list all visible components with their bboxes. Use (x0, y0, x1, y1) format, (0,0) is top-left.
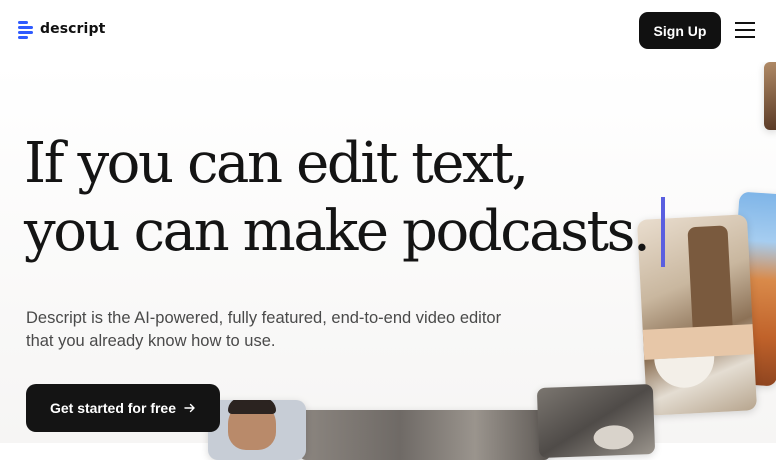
sign-up-button[interactable]: Sign Up (639, 12, 721, 49)
logo-link[interactable]: descript (18, 19, 105, 39)
headline-line-1: If you can edit text, (24, 131, 529, 196)
arrow-right-icon (184, 403, 195, 413)
collage-photo-top (764, 62, 776, 130)
logo-text: descript (40, 21, 106, 37)
descript-logo-icon (18, 19, 34, 39)
collage-photo-kitchen (636, 214, 758, 416)
text-cursor (661, 197, 665, 267)
hamburger-menu-icon[interactable] (735, 20, 755, 40)
collage-photo-person (208, 400, 306, 460)
subtitle-line-1: Descript is the AI-powered, fully featur… (26, 309, 502, 327)
hero-headline: If you can edit text, you can make podca… (24, 130, 651, 266)
get-started-button[interactable]: Get started for free (26, 384, 220, 432)
headline-line-2: you can make podcasts. (24, 199, 651, 264)
get-started-label: Get started for free (49, 400, 177, 416)
collage-photo-studio (300, 410, 550, 460)
subtitle-line-2: that you already know how to use. (26, 332, 276, 350)
collage-photo-cafe (536, 383, 656, 459)
hero-subtitle: Descript is the AI-powered, fully featur… (26, 307, 586, 353)
site-header: descript Sign Up (0, 0, 776, 62)
